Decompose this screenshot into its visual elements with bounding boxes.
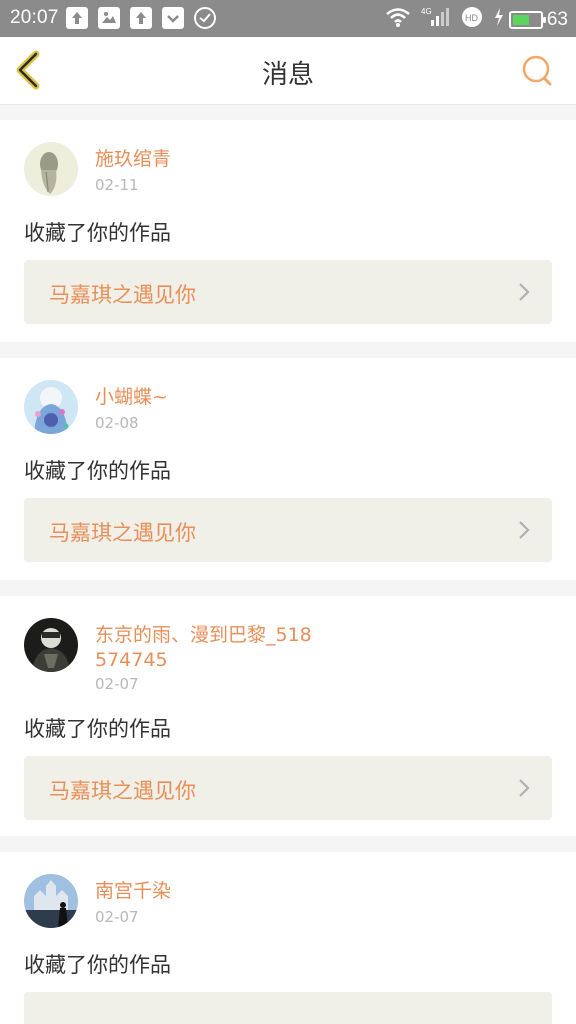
message-action: 收藏了你的作品 [24,221,171,245]
app-screen: 20:07 4G HD 63 消息 施玖绾青 02-11 收藏了你的作品 马嘉琪… [0,0,576,1024]
message-card: 施玖绾青 02-11 收藏了你的作品 马嘉琪之遇见你 [0,120,576,342]
avatar[interactable] [24,874,78,928]
message-date: 02-08 [95,414,139,432]
message-card: 东京的雨、漫到巴黎_518574745 02-07 收藏了你的作品 马嘉琪之遇见… [0,596,576,836]
avatar[interactable] [24,618,78,672]
charging-icon [493,7,505,32]
user-name[interactable]: 东京的雨、漫到巴黎_518574745 [95,623,315,673]
battery-level: 63 [546,8,568,30]
upload-icon [66,7,88,29]
wifi-icon [385,6,411,33]
message-card: 南宫千染 02-07 收藏了你的作品 [0,852,576,1024]
hd-icon: HD [461,6,483,33]
pocket-icon [162,7,184,29]
message-action: 收藏了你的作品 [24,717,171,741]
avatar[interactable] [24,380,78,434]
chevron-right-icon [519,283,530,301]
navigation-bar: 消息 [0,37,576,105]
check-circle-icon [194,7,216,29]
work-title: 马嘉琪之遇见你 [49,283,196,307]
battery-icon [508,10,546,29]
notification-icons [66,7,216,29]
message-list: 施玖绾青 02-11 收藏了你的作品 马嘉琪之遇见你 小蝴蝶~ 02-08 收藏… [0,104,576,1024]
svg-text:HD: HD [465,13,478,23]
image-icon [98,7,120,29]
user-name[interactable]: 小蝴蝶~ [95,385,315,410]
chevron-right-icon [519,779,530,797]
message-date: 02-07 [95,908,139,926]
search-button[interactable] [520,53,556,89]
svg-text:4G: 4G [421,7,432,16]
message-date: 02-11 [95,176,139,194]
battery-indicator: 63 [493,7,568,32]
page-title: 消息 [261,60,314,90]
message-card: 小蝴蝶~ 02-08 收藏了你的作品 马嘉琪之遇见你 [0,358,576,580]
system-icons: 4G HD 63 [385,6,568,33]
upload-icon-2 [130,7,152,29]
chevron-right-icon [519,521,530,539]
status-time: 20:07 [10,7,59,28]
cellular-signal-icon: 4G [421,6,451,33]
work-title: 马嘉琪之遇见你 [49,521,196,545]
message-action: 收藏了你的作品 [24,459,171,483]
status-bar: 20:07 4G HD 63 [0,0,576,37]
work-link[interactable]: 马嘉琪之遇见你 [24,756,552,820]
search-icon [522,55,552,86]
user-name[interactable]: 施玖绾青 [95,147,315,172]
user-name[interactable]: 南宫千染 [95,879,315,904]
message-action: 收藏了你的作品 [24,953,171,977]
avatar[interactable] [24,142,78,196]
work-title: 马嘉琪之遇见你 [49,779,196,803]
work-link[interactable]: 马嘉琪之遇见你 [24,260,552,324]
work-link[interactable] [24,992,552,1024]
message-date: 02-07 [95,675,139,693]
work-link[interactable]: 马嘉琪之遇见你 [24,498,552,562]
